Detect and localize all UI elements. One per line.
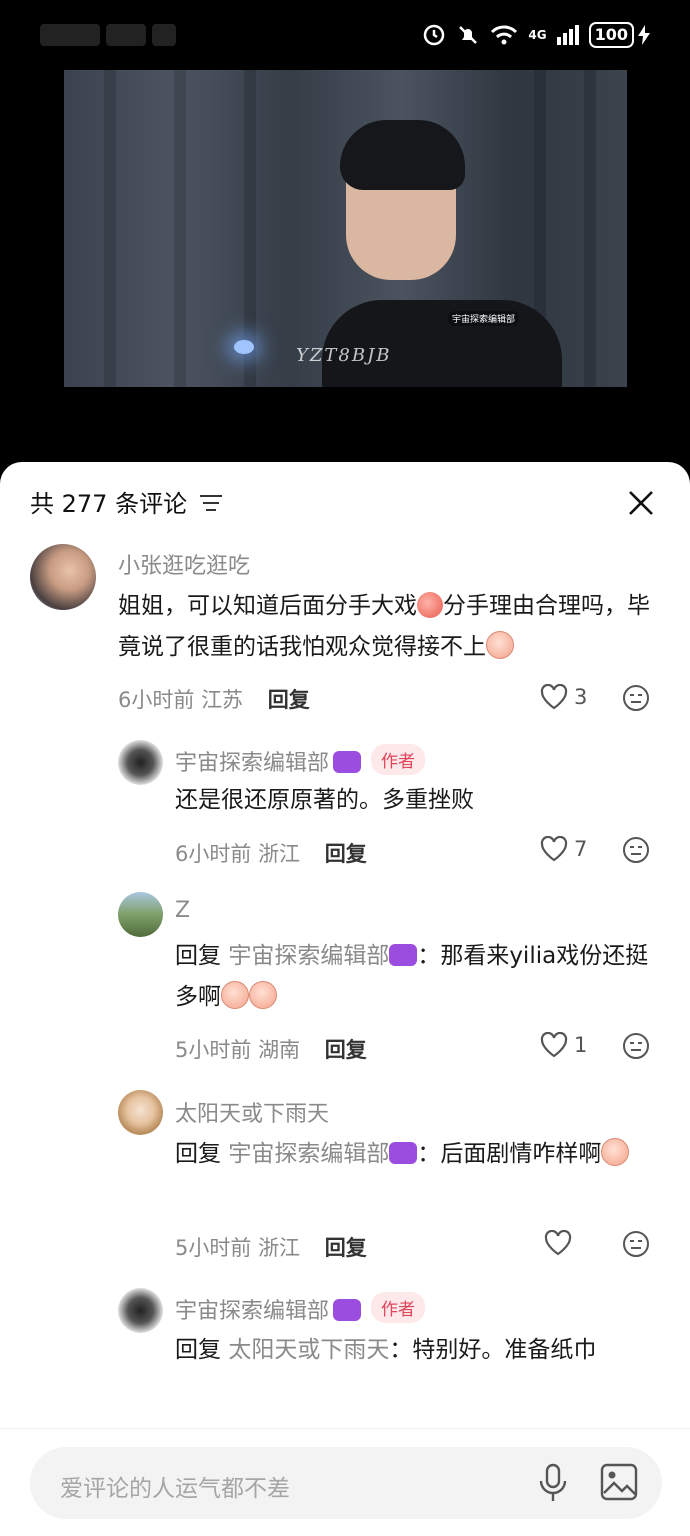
reply-text: 还是很还原原著的。多重挫败: [175, 787, 474, 813]
purple-monster-emoji-icon: [389, 1142, 418, 1164]
reply-button[interactable]: 回复: [268, 688, 310, 712]
comment-username[interactable]: 小张逛吃逛吃: [118, 548, 250, 580]
like-count: 7: [574, 837, 588, 861]
microphone-icon[interactable]: [538, 1463, 568, 1503]
comment-count-title: 共 277 条评论: [30, 490, 188, 518]
comment-item: 小张逛吃逛吃 姐姐，可以知道后面分手大戏 分手理由合理吗，毕竟说了很重的话我怕观众…: [0, 544, 690, 724]
wifi-icon: [491, 25, 518, 45]
purple-monster-emoji-icon: [333, 1299, 362, 1321]
crying-emoji-icon: [249, 981, 277, 1009]
comment-input-placeholder: 爱评论的人运气都不差: [60, 1476, 290, 1502]
comment-input[interactable]: 爱评论的人运气都不差: [30, 1447, 662, 1519]
reply-text: 回复 太阳天或下雨天：特别好。准备纸巾: [175, 1337, 597, 1363]
reply-item: 宇宙探索编辑部 作者 回复 太阳天或下雨天：特别好。准备纸巾: [0, 1284, 690, 1424]
charging-icon: [638, 25, 650, 45]
avatar[interactable]: [118, 740, 163, 785]
panel-header: 共 277 条评论: [30, 484, 660, 524]
comment-input-bar: 爱评论的人运气都不差: [0, 1428, 690, 1536]
video-watermark-channel: 宇宙探索编辑部: [448, 311, 520, 326]
reply-username[interactable]: Z: [175, 898, 190, 923]
status-time-blurred: [40, 20, 180, 50]
author-badge: 作者: [371, 1292, 426, 1323]
reply-text: 回复 宇宙探索编辑部 ：后面剧情咋样啊: [175, 1134, 655, 1175]
reply-button[interactable]: 回复: [325, 1038, 367, 1062]
reply-text: 回复 宇宙探索编辑部 ：那看来yilia戏份还挺多啊: [175, 943, 649, 1010]
comment-meta: 6小时前 江苏 回复: [118, 688, 310, 712]
reply-username[interactable]: 宇宙探索编辑部 作者: [175, 744, 426, 777]
image-icon[interactable]: [600, 1463, 638, 1501]
shocked-emoji-icon: [601, 1138, 630, 1166]
battery-level: 100: [588, 22, 634, 48]
dislike-face-icon[interactable]: [622, 1230, 650, 1258]
purple-monster-emoji-icon: [333, 751, 362, 773]
comment-panel: 共 277 条评论 小张逛吃逛吃 姐姐，可以知道后面分手大戏 分手理由合理吗，毕竟…: [0, 462, 690, 1535]
reply-item: 太阳天或下雨天 回复 宇宙探索编辑部 ：后面剧情咋样啊 5小时前 浙江 回复: [0, 1088, 690, 1268]
like-button[interactable]: 3: [540, 684, 587, 710]
dislike-face-icon[interactable]: [622, 1032, 650, 1060]
like-button[interactable]: 1: [540, 1032, 587, 1058]
reply-meta: 6小时前 浙江 回复: [175, 842, 367, 866]
like-button[interactable]: [544, 1230, 578, 1256]
network-label: 4G: [528, 28, 547, 42]
video-person-hair: [340, 120, 465, 190]
crying-emoji-icon: [221, 981, 249, 1009]
comment-text: 姐姐，可以知道后面分手大戏 分手理由合理吗，毕竟说了很重的话我怕观众觉得接不上: [118, 592, 650, 660]
heart-icon: [540, 1032, 568, 1058]
avatar[interactable]: [118, 1288, 163, 1333]
avatar[interactable]: [118, 1090, 163, 1135]
avatar[interactable]: [118, 892, 163, 937]
avatar[interactable]: [30, 544, 96, 610]
reply-target-user[interactable]: 太阳天或下雨天: [228, 1337, 389, 1363]
like-count: 3: [574, 685, 588, 709]
alarm-icon: [424, 24, 445, 46]
reply-button[interactable]: 回复: [325, 1236, 367, 1260]
video-player[interactable]: YZT8BJB 宇宙探索编辑部: [64, 70, 627, 387]
video-watermark-handwritten: YZT8BJB: [296, 345, 392, 366]
signal-icon: [556, 25, 579, 45]
heart-icon: [544, 1230, 572, 1256]
reply-username[interactable]: 太阳天或下雨天: [175, 1096, 329, 1128]
video-light: [234, 340, 254, 354]
reply-item: 宇宙探索编辑部 作者 还是很还原原著的。多重挫败 6小时前 浙江 回复 7: [0, 734, 690, 874]
reply-meta: 5小时前 浙江 回复: [175, 1236, 367, 1260]
status-bar: 4G 100: [0, 0, 690, 70]
mute-bell-icon: [459, 26, 478, 44]
heart-icon: [540, 836, 568, 862]
reply-item: Z 回复 宇宙探索编辑部 ：那看来yilia戏份还挺多啊 5小时前 湖南 回复 1: [0, 890, 690, 1070]
reply-username[interactable]: 宇宙探索编辑部 作者: [175, 1292, 426, 1325]
peach-emoji-icon: [417, 592, 443, 618]
dislike-face-icon[interactable]: [622, 684, 650, 712]
dislike-face-icon[interactable]: [622, 836, 650, 864]
heart-icon: [540, 684, 568, 710]
like-button[interactable]: 7: [540, 836, 587, 862]
close-icon[interactable]: [628, 490, 654, 516]
reply-button[interactable]: 回复: [325, 842, 367, 866]
purple-monster-emoji-icon: [389, 944, 418, 966]
sort-icon[interactable]: [200, 494, 222, 512]
reply-target-user[interactable]: 宇宙探索编辑部: [228, 943, 389, 969]
reply-meta: 5小时前 湖南 回复: [175, 1038, 367, 1062]
like-count: 1: [574, 1033, 588, 1057]
battery-indicator: 100: [588, 22, 650, 48]
reply-target-user[interactable]: 宇宙探索编辑部: [228, 1141, 389, 1167]
author-badge: 作者: [371, 744, 426, 775]
video-person-body: [322, 300, 562, 387]
crying-emoji-icon: [486, 631, 514, 659]
